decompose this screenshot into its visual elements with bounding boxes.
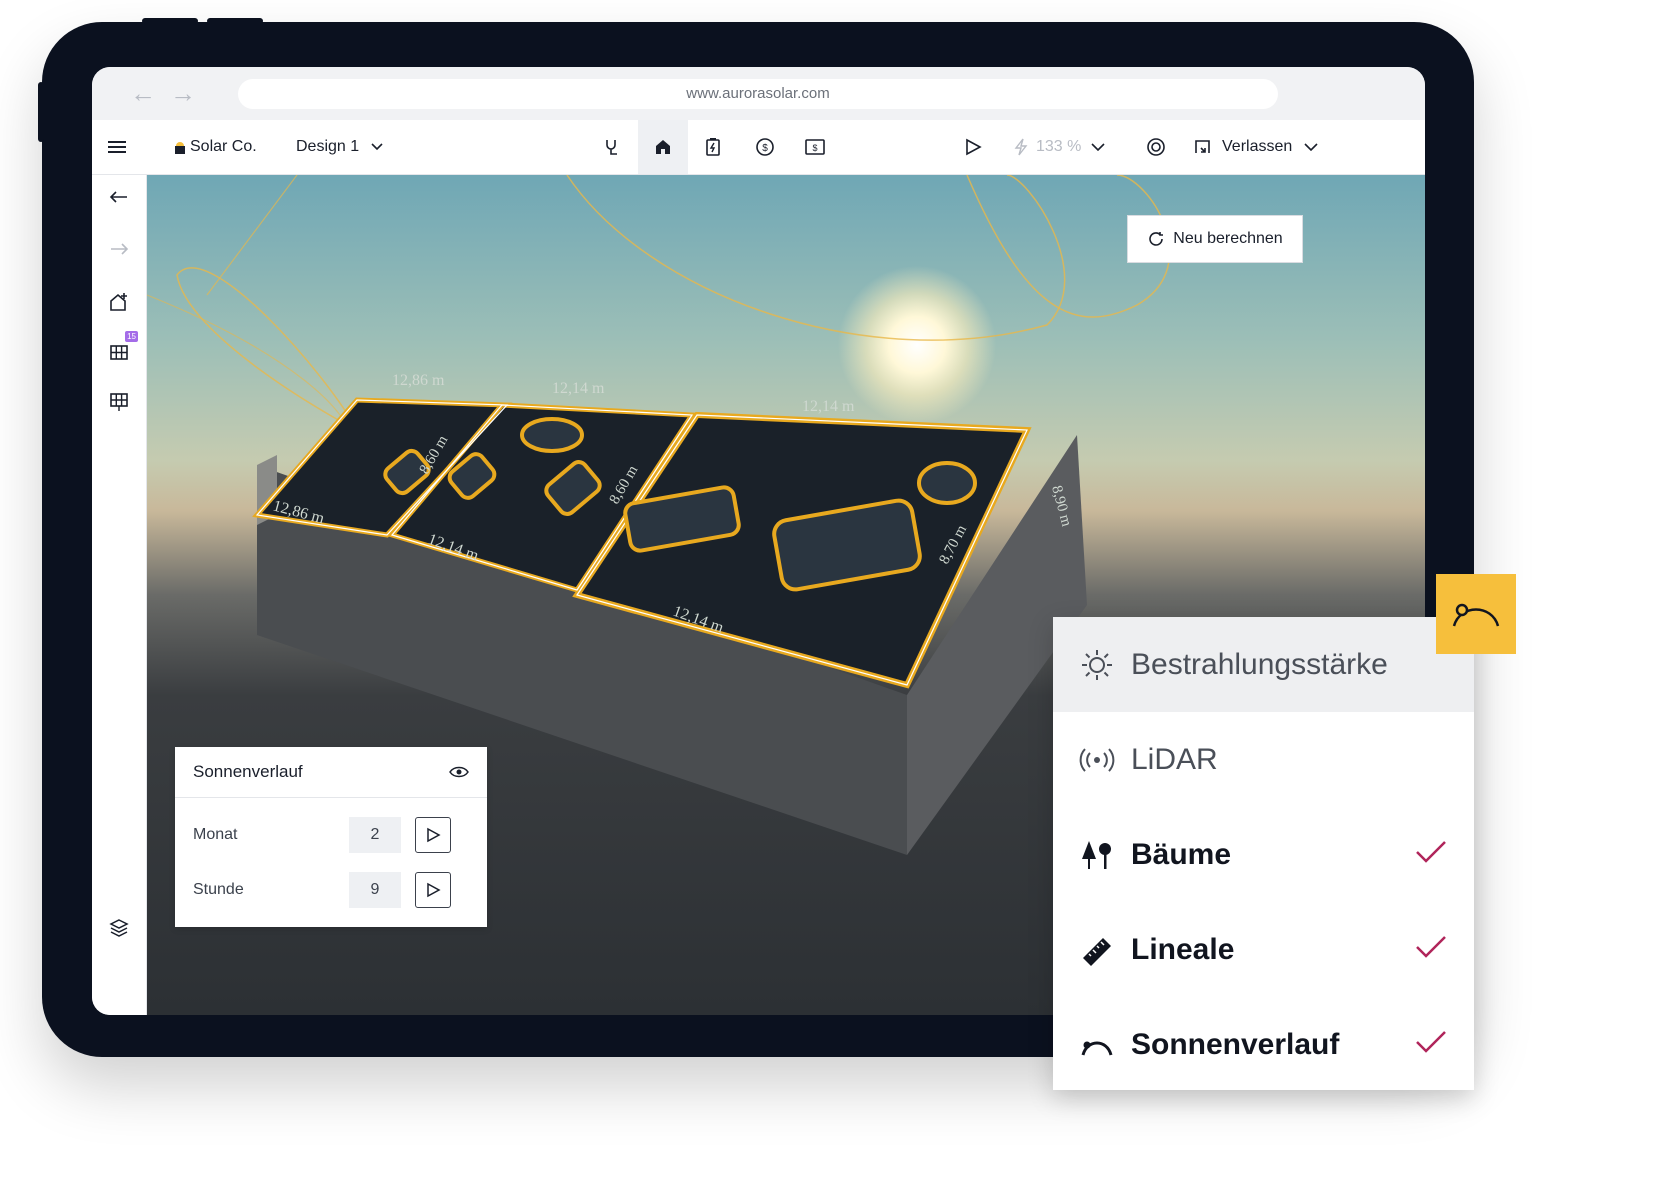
undo-button[interactable] bbox=[106, 185, 132, 211]
logo-icon bbox=[175, 142, 185, 154]
sun-path-toggle-button[interactable] bbox=[1436, 574, 1516, 654]
design-dropdown[interactable]: Design 1 bbox=[296, 120, 383, 174]
exit-label: Verlassen bbox=[1222, 138, 1293, 155]
arrow-left-icon[interactable]: ← bbox=[130, 79, 156, 107]
trees-icon bbox=[1079, 837, 1115, 873]
sun-path-icon bbox=[1452, 603, 1500, 627]
cash-register-icon: $ bbox=[805, 139, 825, 155]
menu-item-rulers[interactable]: Lineale bbox=[1053, 902, 1474, 997]
month-value[interactable]: 2 bbox=[349, 817, 401, 853]
play-icon bbox=[427, 882, 441, 898]
left-sidebar: 15 bbox=[92, 175, 147, 1015]
recalculate-label: Neu berechnen bbox=[1173, 230, 1283, 247]
svg-text:$: $ bbox=[812, 143, 817, 153]
solar-panel-icon bbox=[110, 345, 128, 360]
refresh-icon bbox=[1149, 232, 1164, 246]
panels-button[interactable]: 15 bbox=[106, 331, 138, 365]
browser-bar: ← → www.aurorasolar.com bbox=[92, 67, 1425, 120]
month-play-button[interactable] bbox=[415, 817, 451, 853]
hour-label: Stunde bbox=[193, 881, 244, 898]
battery-icon bbox=[706, 138, 720, 156]
checkmark-icon bbox=[1415, 1030, 1447, 1059]
lidar-icon bbox=[1079, 742, 1115, 778]
sun-path-icon bbox=[1079, 1027, 1115, 1063]
lifebuoy-icon bbox=[1147, 138, 1165, 156]
tab-design[interactable] bbox=[638, 120, 688, 174]
sun-path-panel: Sonnenverlauf Monat 2 Stunde 9 bbox=[175, 747, 487, 927]
checkmark-icon bbox=[1415, 935, 1447, 964]
svg-text:$: $ bbox=[762, 143, 768, 154]
recalculate-button[interactable]: Neu berechnen bbox=[1127, 215, 1303, 263]
add-structure-button[interactable] bbox=[106, 289, 132, 315]
menu-item-sun-path[interactable]: Sonnenverlauf bbox=[1053, 997, 1474, 1092]
menu-icon bbox=[108, 141, 126, 153]
exit-dropdown[interactable]: Verlassen bbox=[1194, 120, 1318, 174]
zoom-value: 133 % bbox=[1036, 138, 1082, 155]
company-name: Solar Co. bbox=[190, 138, 257, 155]
layers-icon bbox=[109, 919, 129, 937]
measurement-label: 12,14 m bbox=[552, 380, 605, 397]
month-label: Monat bbox=[193, 826, 238, 843]
hour-value[interactable]: 9 bbox=[349, 872, 401, 908]
menu-item-irradiance[interactable]: Bestrahlungsstärke bbox=[1053, 617, 1474, 712]
tablet-button bbox=[207, 18, 263, 24]
arrow-right-icon[interactable]: → bbox=[170, 79, 196, 107]
zoom-dropdown[interactable]: 133 % bbox=[1014, 120, 1105, 174]
eye-icon[interactable] bbox=[449, 765, 469, 779]
exit-icon bbox=[1195, 140, 1210, 153]
tab-electrical[interactable] bbox=[600, 120, 626, 174]
layers-button[interactable] bbox=[106, 915, 132, 941]
menu-item-label: Lineale bbox=[1131, 932, 1235, 966]
design-label: Design 1 bbox=[296, 138, 360, 155]
menu-item-trees[interactable]: Bäume bbox=[1053, 807, 1474, 902]
tab-pricing[interactable]: $ bbox=[802, 120, 828, 174]
play-icon bbox=[966, 138, 982, 156]
ground-mount-button[interactable] bbox=[106, 389, 132, 415]
hour-play-button[interactable] bbox=[415, 872, 451, 908]
chevron-down-icon bbox=[1091, 143, 1105, 151]
grid-panel-icon bbox=[110, 393, 128, 411]
play-icon bbox=[427, 827, 441, 843]
menu-item-label: LiDAR bbox=[1131, 742, 1218, 776]
panel-count-badge: 15 bbox=[125, 331, 138, 342]
tablet-button bbox=[38, 82, 44, 142]
measurement-label: 12,86 m bbox=[392, 372, 445, 389]
app-toolbar: Solar Co. Design 1 $ $ 133 % Verlassen bbox=[92, 120, 1425, 175]
plug-icon bbox=[606, 140, 617, 155]
sun-path-header: Sonnenverlauf bbox=[175, 747, 487, 798]
tab-battery[interactable] bbox=[700, 120, 726, 174]
sun-path-title: Sonnenverlauf bbox=[193, 762, 303, 781]
tablet-button bbox=[142, 18, 198, 24]
add-house-icon bbox=[110, 293, 127, 311]
checkmark-icon bbox=[1415, 840, 1447, 869]
chevron-down-icon bbox=[1304, 143, 1318, 151]
help-button[interactable] bbox=[1146, 120, 1166, 174]
menu-item-lidar[interactable]: LiDAR bbox=[1053, 712, 1474, 807]
home-icon bbox=[656, 140, 670, 154]
redo-button[interactable] bbox=[106, 237, 132, 263]
url-bar[interactable]: www.aurorasolar.com bbox=[238, 79, 1278, 109]
company-logo: Solar Co. bbox=[174, 120, 257, 174]
menu-item-label: Sonnenverlauf bbox=[1131, 1027, 1340, 1061]
play-simulation-button[interactable] bbox=[964, 120, 982, 174]
undo-icon bbox=[109, 191, 127, 203]
chevron-down-icon bbox=[371, 143, 383, 151]
measurement-label: 12,14 m bbox=[802, 398, 855, 415]
tab-financing[interactable]: $ bbox=[752, 120, 778, 174]
layer-menu: Bestrahlungsstärke LiDAR Bäume Lineale S… bbox=[1053, 617, 1474, 1090]
hamburger-menu-button[interactable] bbox=[108, 120, 126, 174]
redo-icon bbox=[111, 243, 129, 255]
ruler-icon bbox=[1079, 932, 1115, 968]
dollar-icon: $ bbox=[756, 138, 774, 156]
sun-icon bbox=[1079, 647, 1115, 683]
menu-item-label: Bäume bbox=[1131, 837, 1232, 871]
lightning-icon bbox=[1014, 138, 1028, 156]
menu-item-label: Bestrahlungsstärke bbox=[1131, 647, 1388, 681]
